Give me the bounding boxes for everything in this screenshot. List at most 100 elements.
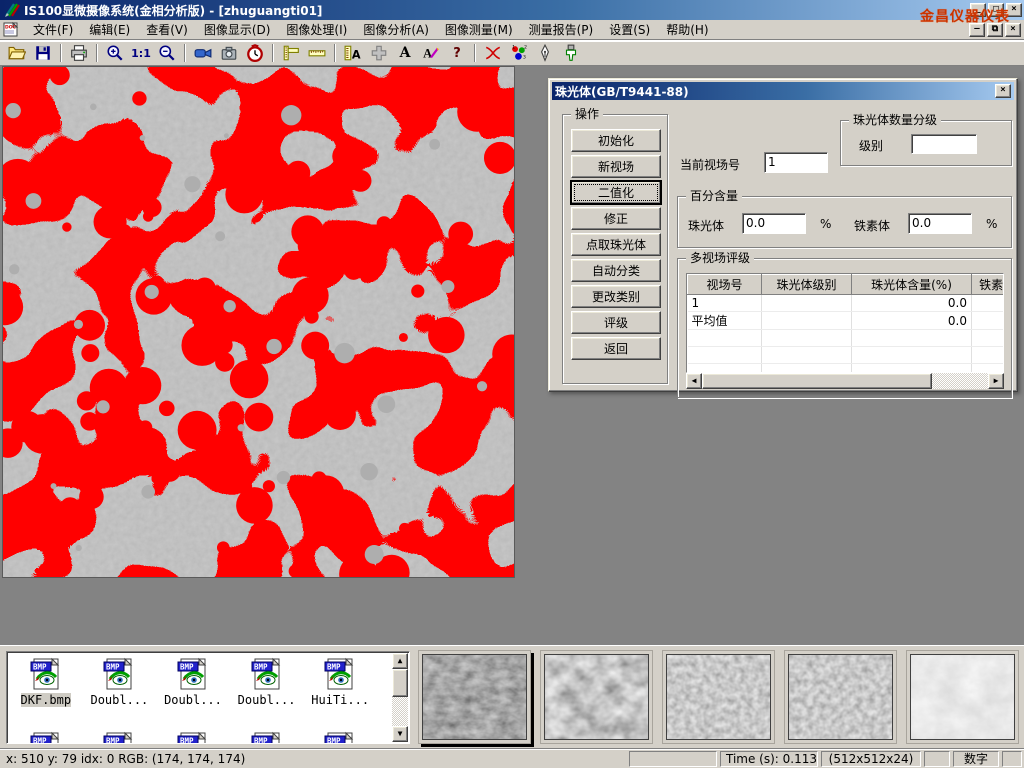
menu-item[interactable]: 图像处理(I) <box>278 19 355 40</box>
toolbar-button-annotate-icon[interactable]: A <box>418 42 444 64</box>
metallographic-image-binarized[interactable] <box>2 66 515 578</box>
scroll-left-icon[interactable]: ◀ <box>686 373 702 389</box>
toolbar-button-curve-tool-icon[interactable] <box>480 42 506 64</box>
dialog-button-点取珠光体[interactable]: 点取珠光体 <box>571 233 661 256</box>
toolbar-button-actual-size-icon[interactable]: 1:1 <box>128 42 154 64</box>
svg-text:BMP: BMP <box>327 737 341 745</box>
toolbar-button-camera-capture-icon[interactable] <box>216 42 242 64</box>
file-item[interactable]: BMP <box>303 728 377 744</box>
ferrite-percent-input[interactable]: 0.0 <box>908 213 972 234</box>
window-minimize-button[interactable]: _ <box>970 3 986 17</box>
toolbar-button-timer-icon[interactable] <box>242 42 268 64</box>
menu-item[interactable]: 测量报告(P) <box>521 19 602 40</box>
file-item[interactable]: BMP <box>9 728 83 744</box>
menu-item[interactable]: 图像分析(A) <box>355 19 437 40</box>
window-close-button[interactable]: × <box>1006 3 1022 17</box>
rating-table[interactable]: 视场号珠光体级别珠光体含量(%)铁素体含量(%)10.0平均值0.0 <box>686 273 1004 373</box>
toolbar-button-print-icon[interactable] <box>66 42 92 64</box>
thumbnail[interactable] <box>906 650 1019 744</box>
table-row[interactable] <box>688 347 1005 364</box>
file-item[interactable]: BMPHuiTi... <box>303 654 377 728</box>
table-cell <box>972 330 1005 347</box>
grade-input[interactable] <box>911 134 977 154</box>
toolbar-button-caliper-icon[interactable] <box>278 42 304 64</box>
toolbar-separator <box>184 44 186 62</box>
file-item[interactable]: BMPDoubl... <box>230 654 304 728</box>
menu-item[interactable]: 设置(S) <box>601 19 658 40</box>
dialog-title-bar[interactable]: 珠光体(GB/T9441-88) × <box>552 82 1014 100</box>
table-cell <box>688 347 762 364</box>
scroll-right-icon[interactable]: ▶ <box>988 373 1004 389</box>
thumbnail[interactable] <box>540 650 653 744</box>
svg-text:BMP: BMP <box>106 737 120 745</box>
pearlite-percent-input[interactable]: 0.0 <box>742 213 806 234</box>
toolbar-button-ruler-icon[interactable] <box>304 42 330 64</box>
thumbnail[interactable] <box>418 650 531 744</box>
menu-item[interactable]: 查看(V) <box>138 19 196 40</box>
table-header[interactable]: 铁素体含量(%) <box>972 275 1005 295</box>
file-item[interactable]: BMP <box>156 728 230 744</box>
toolbar-button-zoom-out-icon[interactable] <box>154 42 180 64</box>
dialog-button-新视场[interactable]: 新视场 <box>571 155 661 178</box>
grade-group: 珠光体数量分级 级别 <box>840 120 1012 166</box>
dialog-button-更改类别[interactable]: 更改类别 <box>571 285 661 308</box>
table-header[interactable]: 珠光体含量(%) <box>852 275 972 295</box>
thumbnail[interactable] <box>662 650 775 744</box>
window-maximize-button[interactable]: □ <box>988 3 1004 17</box>
dialog-close-button[interactable]: × <box>995 84 1011 98</box>
child-restore-button[interactable]: ⧉ <box>987 23 1003 37</box>
file-scrollbar-thumb[interactable] <box>392 669 408 697</box>
file-item[interactable]: BMPDoubl... <box>83 654 157 728</box>
file-item[interactable]: BMP <box>230 728 304 744</box>
dialog-button-评级[interactable]: 评级 <box>571 311 661 334</box>
menu-item[interactable]: 帮助(H) <box>658 19 716 40</box>
table-row[interactable] <box>688 364 1005 374</box>
menu-item[interactable]: 编辑(E) <box>81 19 138 40</box>
dialog-button-二值化[interactable]: 二值化 <box>571 181 661 204</box>
table-row[interactable]: 10.0 <box>688 295 1005 312</box>
dialog-button-修正[interactable]: 修正 <box>571 207 661 230</box>
toolbar-button-text-icon[interactable]: A <box>392 42 418 64</box>
table-header[interactable]: 视场号 <box>688 275 762 295</box>
toolbar-button-brush-tool-icon[interactable] <box>558 42 584 64</box>
toolbar-separator <box>60 44 62 62</box>
child-close-button[interactable]: × <box>1005 23 1021 37</box>
table-horizontal-scrollbar[interactable]: ◀ ▶ <box>686 373 1004 389</box>
bmp-file-icon: BMP <box>29 657 63 691</box>
current-field-input[interactable]: 1 <box>764 152 828 173</box>
file-item[interactable]: BMP <box>83 728 157 744</box>
table-header[interactable]: 珠光体级别 <box>762 275 852 295</box>
menu-item[interactable]: 图像测量(M) <box>437 19 521 40</box>
toolbar-button-save-icon[interactable] <box>30 42 56 64</box>
dialog-button-初始化[interactable]: 初始化 <box>571 129 661 152</box>
svg-text:BMP: BMP <box>254 663 268 672</box>
toolbar-button-measure-label-icon[interactable]: A <box>340 42 366 64</box>
dialog-button-自动分类[interactable]: 自动分类 <box>571 259 661 282</box>
scroll-down-icon[interactable]: ▼ <box>392 726 408 742</box>
toolbar-button-pen-tool-icon[interactable] <box>532 42 558 64</box>
toolbar-button-classify-dots-icon[interactable]: 123 <box>506 42 532 64</box>
svg-text:1: 1 <box>512 45 515 51</box>
scroll-up-icon[interactable]: ▲ <box>392 653 408 669</box>
file-name: DKF.bmp <box>21 693 72 707</box>
scrollbar-thumb[interactable] <box>702 373 932 389</box>
toolbar-button-grid-icon[interactable] <box>366 42 392 64</box>
menu-item[interactable]: 文件(F) <box>25 19 81 40</box>
table-cell <box>688 364 762 374</box>
table-row[interactable] <box>688 330 1005 347</box>
toolbar-button-zoom-in-icon[interactable] <box>102 42 128 64</box>
child-minimize-button[interactable]: — <box>969 23 985 37</box>
file-item[interactable]: BMP DKF.bmp <box>9 654 83 728</box>
file-list-scrollbar[interactable]: ▲ ▼ <box>392 653 408 742</box>
thumbnail[interactable] <box>784 650 897 744</box>
menu-item[interactable]: 图像显示(D) <box>196 19 279 40</box>
toolbar-button-help-icon[interactable]: ? <box>444 42 470 64</box>
table-row[interactable]: 平均值0.0 <box>688 312 1005 330</box>
toolbar-button-video-capture-icon[interactable] <box>190 42 216 64</box>
thumbnail-image <box>544 654 649 740</box>
dialog-button-返回[interactable]: 返回 <box>571 337 661 360</box>
toolbar-button-open-file-icon[interactable] <box>4 42 30 64</box>
file-item[interactable]: BMPDoubl... <box>156 654 230 728</box>
pearlite-label: 珠光体 <box>688 217 724 234</box>
svg-text:BMP: BMP <box>254 737 268 745</box>
